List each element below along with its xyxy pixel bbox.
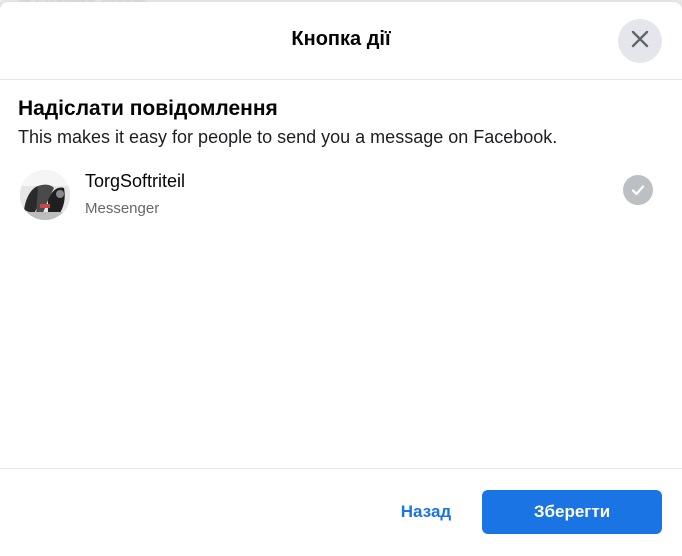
messenger-option[interactable]: TorgSoftriteil Messenger — [18, 170, 664, 240]
option-subtitle: Messenger — [85, 200, 160, 217]
avatar — [20, 170, 70, 220]
dialog-title: Кнопка дії — [291, 28, 391, 50]
close-icon — [630, 29, 650, 54]
action-button-dialog: Кнопка дії Надіслати повідомлення This m… — [0, 2, 682, 556]
dialog-header: Кнопка дії — [0, 2, 682, 80]
option-name: TorgSoftriteil — [85, 171, 186, 191]
dialog-footer: Назад Зберегти — [0, 468, 682, 556]
checkmark-circle-icon — [623, 175, 653, 205]
section-title: Надіслати повідомлення — [18, 97, 278, 120]
close-button[interactable] — [618, 19, 662, 63]
save-button[interactable]: Зберегти — [482, 490, 662, 534]
send-message-section: Надіслати повідомлення This makes it eas… — [0, 80, 682, 240]
section-description: This makes it easy for people to send yo… — [18, 127, 558, 147]
back-button[interactable]: Назад — [378, 490, 474, 534]
